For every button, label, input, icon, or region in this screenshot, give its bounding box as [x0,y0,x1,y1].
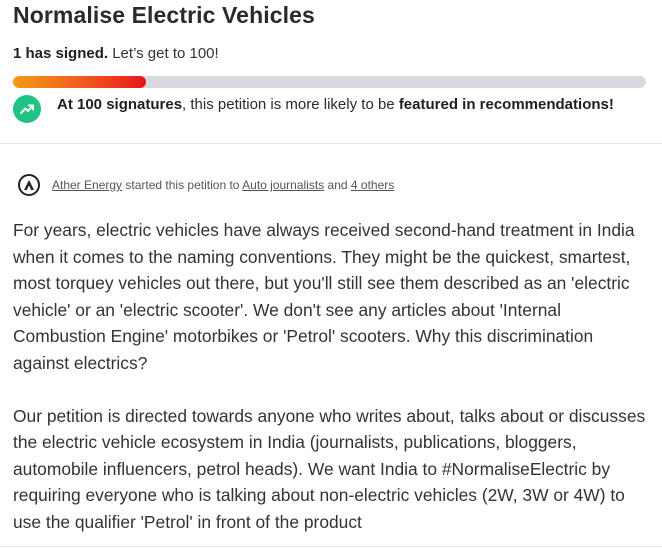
milestone-message: At 100 signatures, this petition is more… [57,96,614,113]
signature-progress-fill [13,76,146,88]
section-divider [0,143,662,144]
signature-progress-bar [13,76,646,88]
milestone-target: At 100 signatures [57,96,183,113]
author-link[interactable]: Ather Energy [52,178,122,192]
ather-logo-icon[interactable] [18,174,40,196]
trending-up-icon [13,95,41,123]
started-text: started this petition to [125,178,240,192]
bottom-divider [0,546,662,547]
and-text: and [327,178,348,192]
petition-page: Normalise Electric Vehicles 1 has signed… [0,0,662,548]
milestone-benefit: featured in recommendations! [398,96,614,113]
ather-logo-glyph [24,180,34,190]
signed-count: 1 has signed. [13,45,109,62]
description-paragraph-2: Our petition is directed towards anyone … [13,405,646,532]
petition-starter-line: Ather Energy started this petition to Au… [52,178,394,192]
milestone-middle: , this petition is more likely to be [182,96,399,113]
trending-up-glyph [20,104,34,114]
target-link[interactable]: Auto journalists [242,178,324,192]
signature-goal: Let’s get to 100! [112,45,219,62]
description-paragraph-1: For years, electric vehicles have always… [13,220,635,373]
others-link[interactable]: 4 others [351,178,394,192]
signature-status: 1 has signed. Let’s get to 100! [13,45,219,62]
petition-title: Normalise Electric Vehicles [13,2,315,28]
petition-description: For years, electric vehicles have always… [13,217,653,535]
